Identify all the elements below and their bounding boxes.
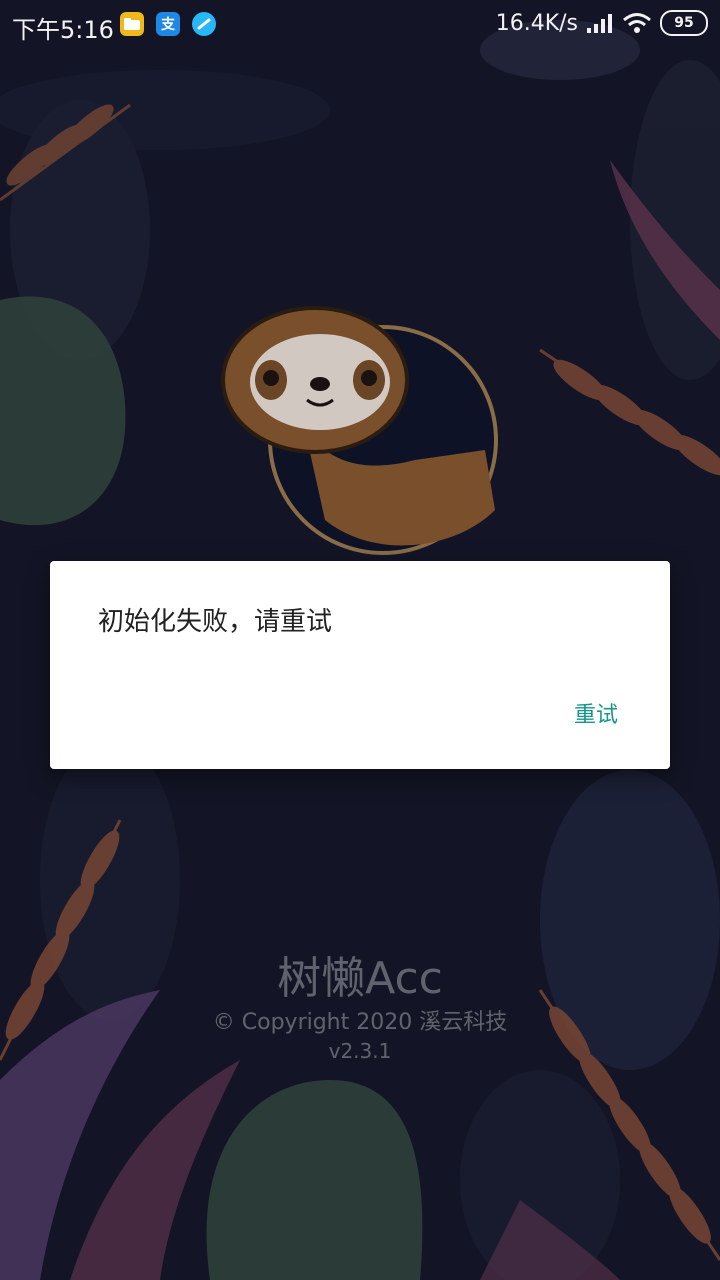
error-dialog: 初始化失败，请重试 重试 bbox=[50, 561, 670, 769]
status-bar: 下午5:16 支 16.4K/s 95 bbox=[0, 0, 720, 52]
sloth-logo bbox=[215, 300, 505, 560]
retry-button[interactable]: 重试 bbox=[566, 693, 626, 733]
notification-icons: 支 bbox=[120, 12, 216, 36]
status-right-group: 16.4K/s 95 bbox=[496, 10, 708, 36]
folder-app-icon bbox=[120, 12, 144, 36]
app-name: 树懒Acc bbox=[277, 953, 443, 1004]
status-time: 下午5:16 bbox=[12, 16, 114, 44]
copyright-text: © Copyright 2020 溪云科技 bbox=[212, 1010, 508, 1035]
signal-icon bbox=[587, 14, 612, 33]
version-text: v2.3.1 bbox=[328, 1039, 392, 1063]
dialog-message: 初始化失败，请重试 bbox=[98, 607, 333, 637]
network-speed: 16.4K/s bbox=[495, 10, 578, 36]
browser-app-icon bbox=[192, 12, 216, 36]
wifi-icon bbox=[623, 13, 651, 33]
alipay-icon: 支 bbox=[156, 12, 180, 36]
battery-icon: 95 bbox=[660, 10, 708, 36]
